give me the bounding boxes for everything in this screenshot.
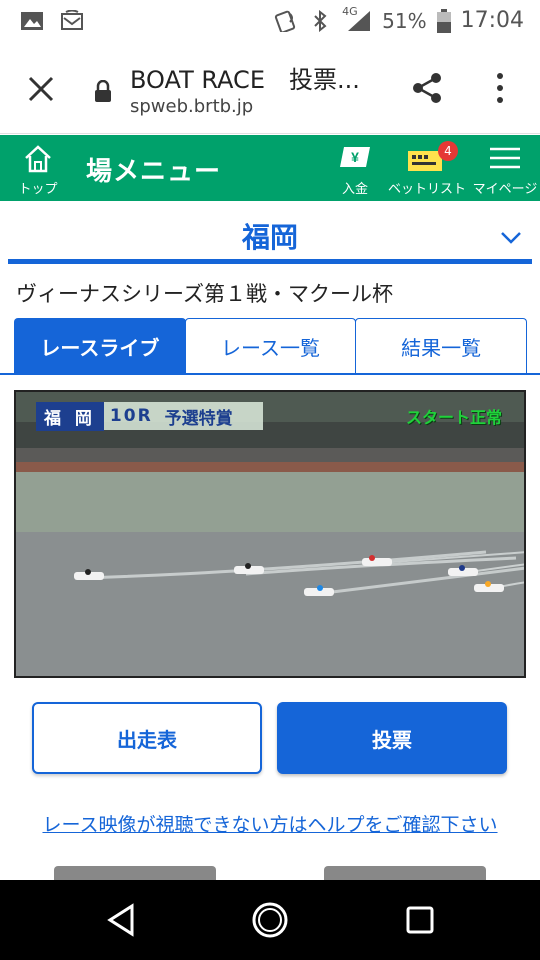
entry-list-button[interactable]: 出走表 [32, 702, 262, 774]
vote-button[interactable]: 投票 [277, 702, 507, 774]
browser-toolbar: BOAT RACE 投票... spweb.brtb.jp [0, 44, 540, 134]
deposit-label: 入金 [341, 182, 368, 197]
venue-name: 福岡 [241, 221, 298, 254]
recents-icon[interactable] [400, 900, 440, 940]
overlay-race-name: 予選特賞 [164, 408, 233, 429]
overlay-venue: 福 岡 [36, 401, 104, 431]
betlist-button[interactable]: 4 ベットリスト [388, 141, 467, 197]
network-label: 4G [342, 4, 358, 18]
home-icon [25, 145, 51, 173]
image-icon [21, 12, 43, 30]
tab-race-live[interactable]: レースライブ [14, 318, 186, 374]
deposit-icon: ¥ [340, 147, 370, 167]
start-status: スタート正常 [405, 408, 502, 427]
tab-race-list[interactable]: レース一覧 [184, 318, 357, 374]
site-header: トップ 場メニュー ¥ 入金 4 ベットリスト マイページ [0, 135, 540, 201]
race-info-overlay: 福 岡 10R 予選特賞 [36, 401, 263, 431]
url-text[interactable]: spweb.brtb.jp [130, 96, 253, 117]
tab-bar: レースライブ レース一覧 結果一覧 [14, 318, 528, 374]
battery-icon [436, 8, 451, 33]
back-icon[interactable] [102, 900, 142, 940]
sim-icon [61, 10, 83, 30]
chevron-down-icon [501, 232, 521, 244]
share-icon[interactable] [410, 70, 446, 106]
deposit-glyph: ¥ [351, 149, 359, 165]
race-video[interactable]: 福 岡 10R 予選特賞 スタート正常 [14, 390, 526, 678]
lock-icon [95, 80, 111, 102]
help-link[interactable]: レース映像が視聴できない方はヘルプをご確認下さい [0, 810, 540, 837]
venue-selector[interactable]: 福岡 [8, 204, 532, 264]
tab-results[interactable]: 結果一覧 [355, 318, 528, 374]
home-nav-icon[interactable] [250, 900, 290, 940]
more-options-icon[interactable] [490, 70, 510, 106]
mypage-label: マイページ [472, 182, 538, 197]
mypage-button[interactable]: マイページ [470, 143, 540, 197]
video-frame [16, 392, 524, 676]
betlist-count-badge: 4 [438, 141, 458, 161]
nfc-icon [275, 10, 296, 32]
page-title: BOAT RACE 投票... [130, 66, 360, 94]
deposit-button[interactable]: ¥ 入金 [332, 143, 378, 197]
home-label: トップ [18, 182, 58, 197]
partial-button-left [54, 866, 216, 880]
system-nav-bar [0, 880, 540, 960]
clock: 17:04 [460, 8, 524, 33]
bluetooth-icon [314, 9, 327, 32]
tab-divider [0, 373, 540, 375]
battery-percent: 51% [382, 8, 427, 33]
series-title: ヴィーナスシリーズ第１戦・マクール杯 [16, 282, 393, 306]
overlay-race-number: 10R [109, 406, 153, 426]
status-bar: 4G 51% 17:04 [0, 0, 540, 44]
menu-icon [490, 147, 520, 169]
home-button[interactable]: トップ [14, 143, 62, 197]
betlist-label: ベットリスト [388, 182, 467, 197]
close-icon[interactable] [24, 72, 58, 106]
partial-button-right [324, 866, 486, 880]
venue-menu-title: 場メニュー [86, 157, 222, 187]
